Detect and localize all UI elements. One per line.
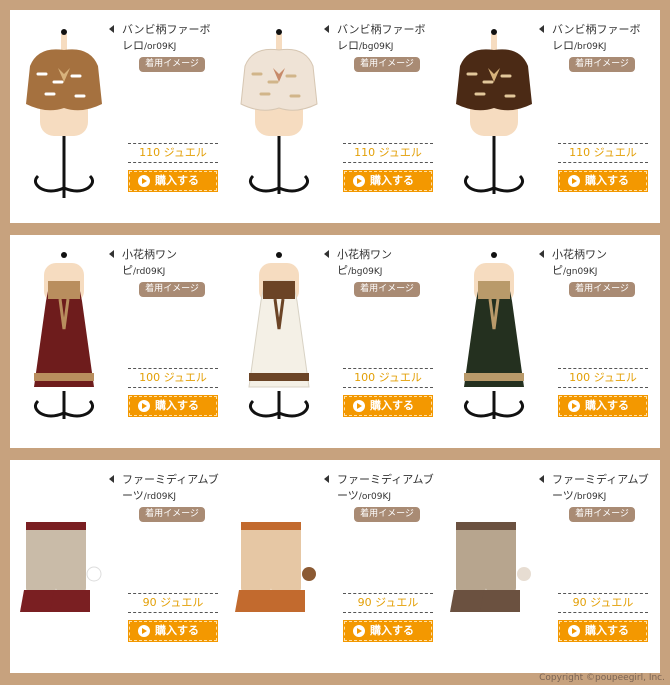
wear-image-badge[interactable]: 着用イメージ (139, 57, 205, 72)
arrow-right-circle-icon (568, 400, 580, 412)
arrow-right-circle-icon (568, 175, 580, 187)
arrow-left-icon (539, 475, 544, 483)
arrow-right-circle-icon (353, 175, 365, 187)
buy-button[interactable]: 購入する (558, 395, 648, 417)
arrow-left-icon (539, 25, 544, 33)
arrow-left-icon (109, 250, 114, 258)
stand-icon (33, 136, 95, 198)
buy-button[interactable]: 購入する (128, 620, 218, 642)
mannequin-dress-image[interactable] (225, 241, 333, 445)
arrow-right-circle-icon (353, 625, 365, 637)
arrow-right-circle-icon (138, 625, 150, 637)
mannequin-bolero-image[interactable] (10, 16, 118, 220)
wear-image-badge[interactable]: 着用イメージ (139, 282, 205, 297)
boots-image[interactable] (440, 466, 548, 670)
product-name[interactable]: 小花柄ワンピ/rd09KJ (109, 247, 220, 280)
wear-image-badge[interactable]: 着用イメージ (569, 282, 635, 297)
price: 110 ジュエル (128, 143, 218, 163)
product-row-boots: ファーミディアムブーツ/rd09KJ 着用イメージ 90 ジュエル 購入する フ… (10, 460, 660, 673)
wear-image-badge[interactable]: 着用イメージ (354, 57, 420, 72)
arrow-right-circle-icon (138, 175, 150, 187)
wear-image-badge[interactable]: 着用イメージ (569, 507, 635, 522)
arrow-left-icon (109, 25, 114, 33)
arrow-left-icon (324, 475, 329, 483)
wear-image-badge[interactable]: 着用イメージ (139, 507, 205, 522)
mannequin-bolero-image[interactable] (440, 16, 548, 220)
buy-button[interactable]: 購入する (343, 620, 433, 642)
product-card: 小花柄ワンピ/gn09KJ 着用イメージ 100 ジュエル 購入する (440, 235, 655, 448)
product-name[interactable]: ファーミディアムブーツ/rd09KJ (109, 472, 220, 505)
price: 110 ジュエル (558, 143, 648, 163)
buy-button[interactable]: 購入する (128, 395, 218, 417)
arrow-right-circle-icon (353, 400, 365, 412)
product-name[interactable]: バンビ柄ファーボレロ/br09KJ (539, 22, 650, 55)
arrow-right-circle-icon (138, 400, 150, 412)
price: 100 ジュエル (343, 368, 433, 388)
arrow-right-circle-icon (568, 625, 580, 637)
boots-image[interactable] (225, 466, 333, 670)
arrow-left-icon (324, 25, 329, 33)
mannequin-dress-image[interactable] (10, 241, 118, 445)
product-card: ファーミディアムブーツ/rd09KJ 着用イメージ 90 ジュエル 購入する (10, 460, 225, 673)
price: 100 ジュエル (128, 368, 218, 388)
price: 90 ジュエル (558, 593, 648, 613)
mannequin-bolero-image[interactable] (225, 16, 333, 220)
buy-button[interactable]: 購入する (558, 620, 648, 642)
wear-image-badge[interactable]: 着用イメージ (569, 57, 635, 72)
product-card: バンビ柄ファーボレロ/or09KJ 着用イメージ 110 ジュエル 購入する (10, 10, 225, 223)
price: 90 ジュエル (343, 593, 433, 613)
product-name[interactable]: 小花柄ワンピ/bg09KJ (324, 247, 435, 280)
product-name[interactable]: バンビ柄ファーボレロ/bg09KJ (324, 22, 435, 55)
buy-button[interactable]: 購入する (343, 170, 433, 192)
product-name[interactable]: バンビ柄ファーボレロ/or09KJ (109, 22, 220, 55)
product-card: バンビ柄ファーボレロ/br09KJ 着用イメージ 110 ジュエル 購入する (440, 10, 655, 223)
buy-button[interactable]: 購入する (558, 170, 648, 192)
product-name[interactable]: ファーミディアムブーツ/or09KJ (324, 472, 435, 505)
copyright: Copyright ©poupeegirl, Inc. (539, 673, 665, 683)
price: 90 ジュエル (128, 593, 218, 613)
product-row-boleros: バンビ柄ファーボレロ/or09KJ 着用イメージ 110 ジュエル 購入する バ… (10, 10, 660, 223)
product-row-dresses: 小花柄ワンピ/rd09KJ 着用イメージ 100 ジュエル 購入する 小花柄ワン… (10, 235, 660, 448)
product-name[interactable]: ファーミディアムブーツ/br09KJ (539, 472, 650, 505)
product-card: バンビ柄ファーボレロ/bg09KJ 着用イメージ 110 ジュエル 購入する (225, 10, 440, 223)
arrow-left-icon (109, 475, 114, 483)
product-name[interactable]: 小花柄ワンピ/gn09KJ (539, 247, 650, 280)
wear-image-badge[interactable]: 着用イメージ (354, 507, 420, 522)
price: 110 ジュエル (343, 143, 433, 163)
arrow-left-icon (324, 250, 329, 258)
product-card: ファーミディアムブーツ/br09KJ 着用イメージ 90 ジュエル 購入する (440, 460, 655, 673)
arrow-left-icon (539, 250, 544, 258)
price: 100 ジュエル (558, 368, 648, 388)
boots-image[interactable] (10, 466, 118, 670)
product-card: 小花柄ワンピ/bg09KJ 着用イメージ 100 ジュエル 購入する (225, 235, 440, 448)
mannequin-dress-image[interactable] (440, 241, 548, 445)
product-card: ファーミディアムブーツ/or09KJ 着用イメージ 90 ジュエル 購入する (225, 460, 440, 673)
buy-button[interactable]: 購入する (343, 395, 433, 417)
wear-image-badge[interactable]: 着用イメージ (354, 282, 420, 297)
product-card: 小花柄ワンピ/rd09KJ 着用イメージ 100 ジュエル 購入する (10, 235, 225, 448)
buy-button[interactable]: 購入する (128, 170, 218, 192)
